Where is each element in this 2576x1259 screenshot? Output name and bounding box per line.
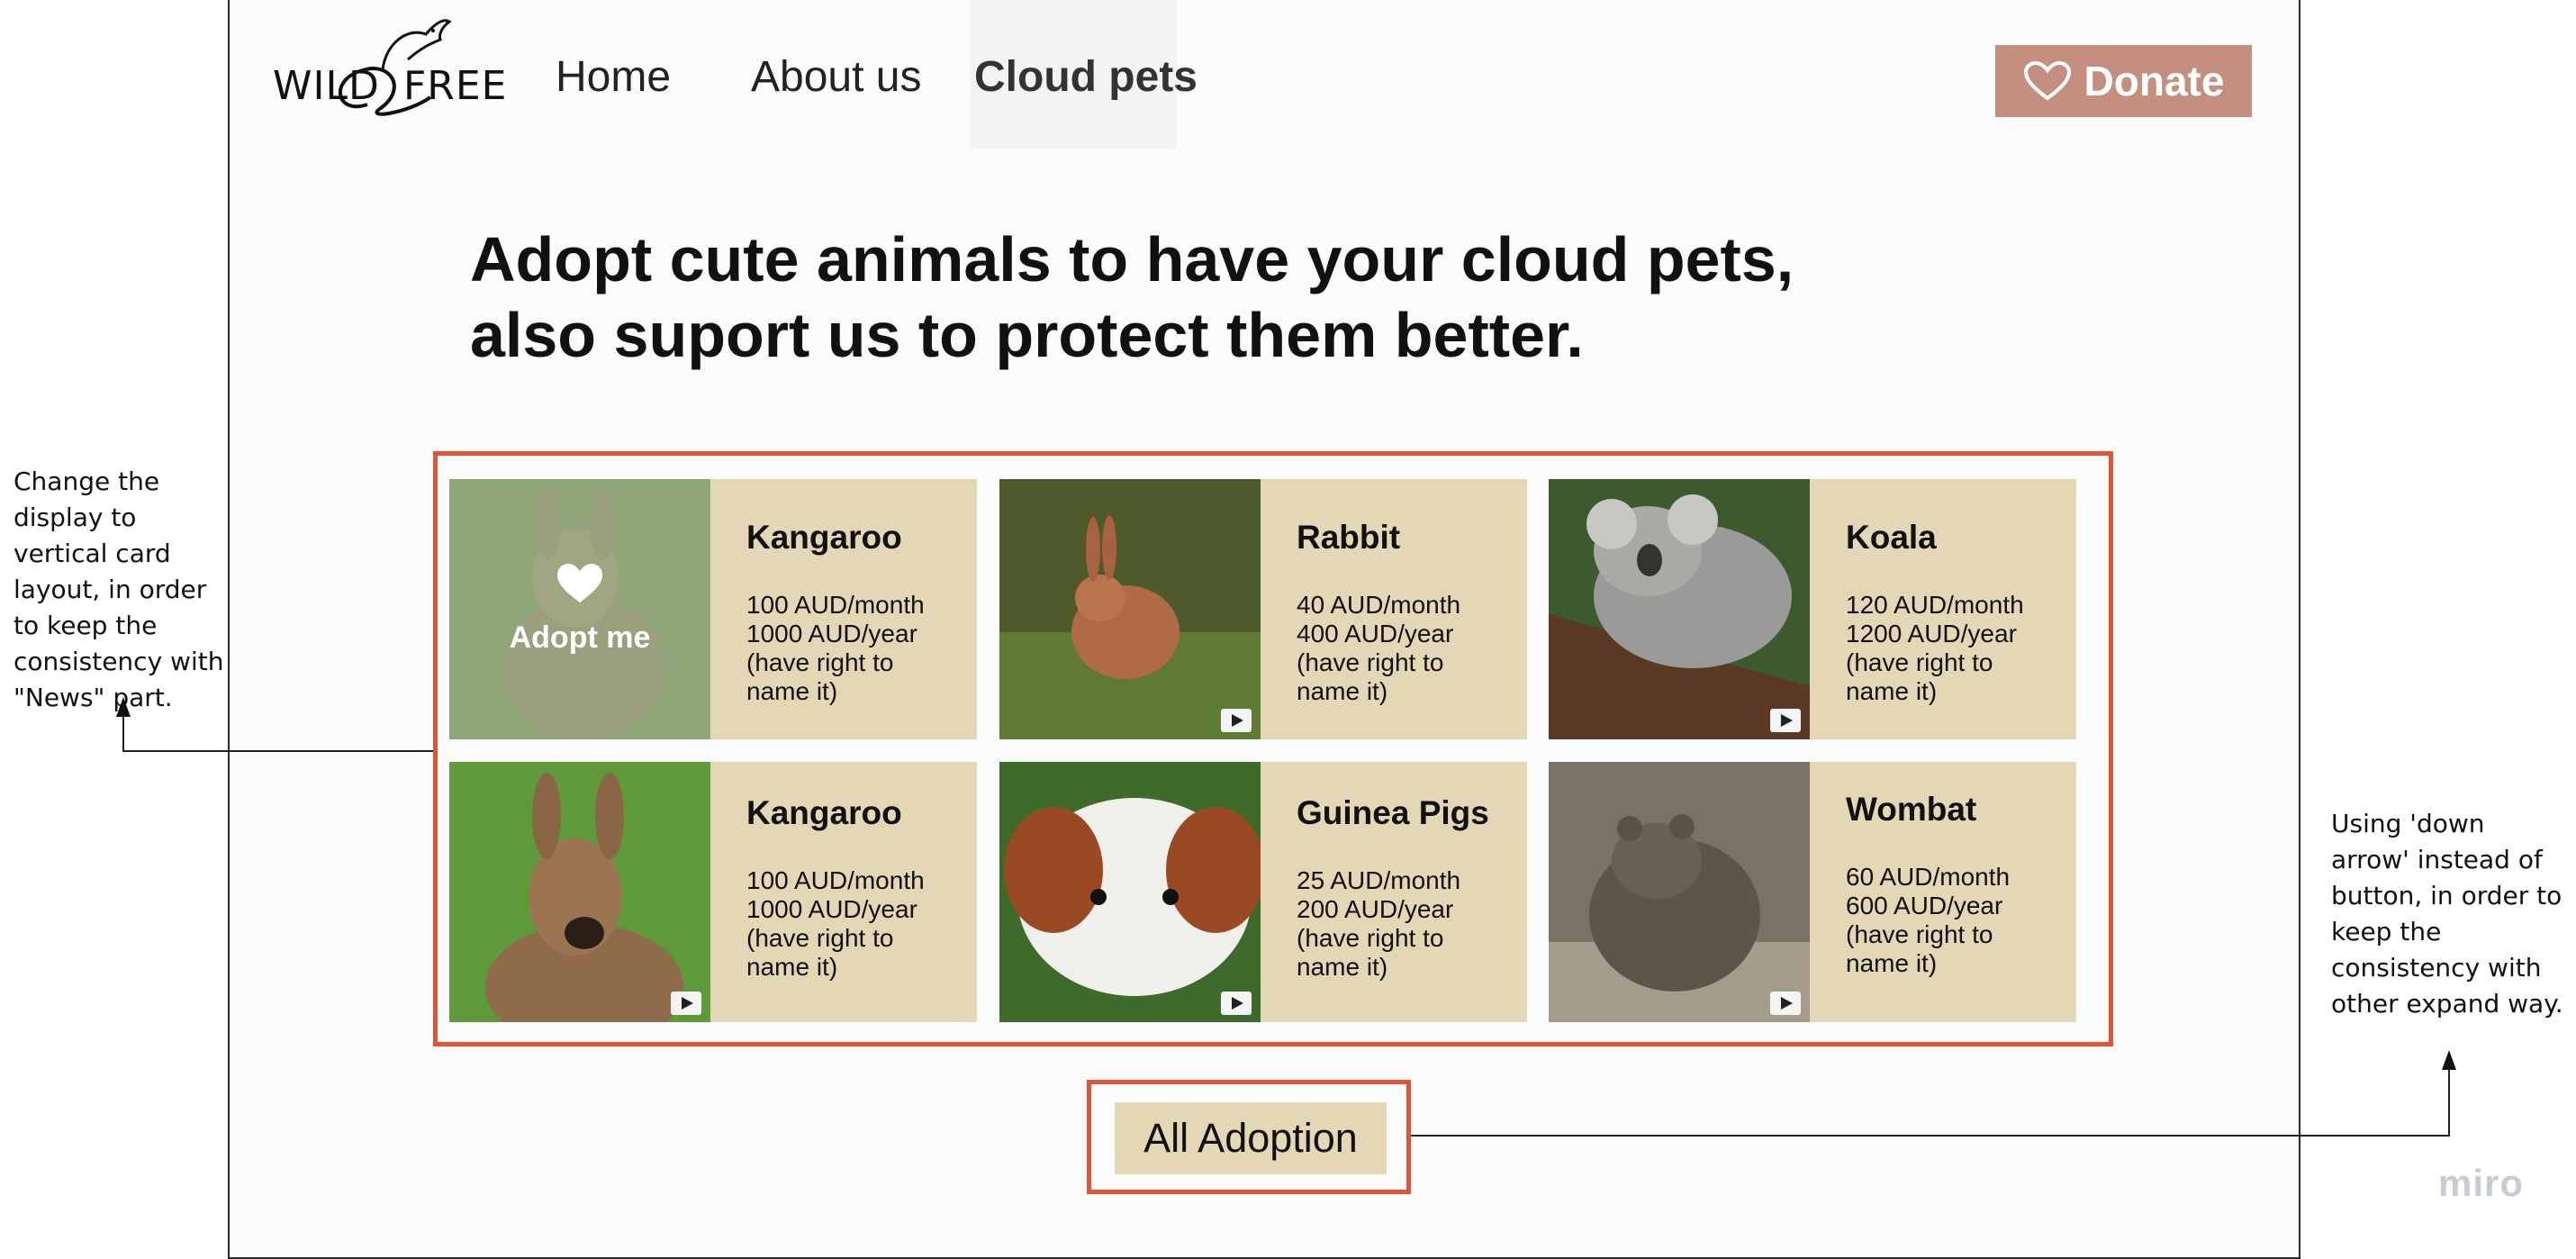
- connector-right-vertical: [2448, 1068, 2450, 1137]
- adoption-card[interactable]: Rabbit 40 AUD/month 400 AUD/year (have rig…: [999, 479, 1527, 739]
- animal-name: Koala: [1846, 519, 1937, 556]
- price-text: 25 AUD/month 200 AUD/year (have right to n…: [1297, 866, 1461, 981]
- connector-left-horizontal: [122, 750, 433, 752]
- animal-name: Rabbit: [1297, 519, 1401, 556]
- price-text: 100 AUD/month 1000 AUD/year (have right to…: [746, 866, 925, 981]
- price-text: 60 AUD/month 600 AUD/year (have right to n…: [1846, 863, 2011, 977]
- price-text: 40 AUD/month 400 AUD/year (have right to n…: [1297, 591, 1461, 705]
- guinea-pig-photo: [999, 762, 1261, 1022]
- all-adoption-button[interactable]: All Adoption: [1115, 1102, 1387, 1174]
- nav-cloud-pets[interactable]: Cloud pets: [974, 52, 1198, 102]
- kangaroo-photo: Adopt me: [449, 479, 710, 739]
- heart-outline-icon: [2023, 60, 2071, 101]
- animal-name: Wombat: [1846, 791, 1977, 828]
- adoption-card[interactable]: Wombat 60 AUD/month 600 AUD/year (have rig…: [1549, 762, 2076, 1022]
- adopt-me-label: Adopt me: [509, 620, 651, 655]
- annotation-left: Change the display to vertical card layo…: [14, 466, 224, 712]
- play-video-icon[interactable]: [1770, 992, 1801, 1015]
- koala-photo: [1549, 479, 1810, 739]
- adopt-me-overlay[interactable]: Adopt me: [449, 479, 710, 739]
- play-video-icon[interactable]: [1221, 709, 1252, 732]
- arrow-up-icon: [2442, 1050, 2456, 1070]
- adoption-card[interactable]: Koala 120 AUD/month 1200 AUD/year (have ri…: [1549, 479, 2076, 739]
- wombat-photo: [1549, 762, 1810, 1022]
- animal-name: Guinea Pigs: [1297, 794, 1489, 831]
- wild2free-logo[interactable]: WILD FREE: [273, 7, 506, 124]
- adoption-card[interactable]: Adopt me Kangaroo 100 AUD/month 1000 AUD/…: [449, 479, 977, 739]
- annotation-right: Using 'down arrow' instead of button, in…: [2331, 809, 2563, 1019]
- arrow-up-icon: [116, 697, 131, 717]
- heart-icon: [557, 564, 602, 602]
- nav-about-us[interactable]: About us: [751, 52, 921, 102]
- price-text: 100 AUD/month 1000 AUD/year (have right to…: [746, 591, 925, 705]
- adoption-card[interactable]: Kangaroo 100 AUD/month 1000 AUD/year (have…: [449, 762, 977, 1022]
- animal-name: Kangaroo: [746, 794, 902, 831]
- play-video-icon[interactable]: [671, 992, 701, 1015]
- donate-label: Donate: [2083, 58, 2225, 104]
- headline-line-2: also suport us to protect them better.: [470, 300, 1584, 370]
- price-text: 120 AUD/month 1200 AUD/year (have right to…: [1846, 591, 2024, 705]
- play-video-icon[interactable]: [1221, 992, 1252, 1015]
- page-headline: Adopt cute animals to have your cloud pe…: [470, 222, 1911, 373]
- kangaroo-photo: [449, 762, 710, 1022]
- miro-watermark: miro: [2438, 1162, 2525, 1204]
- play-video-icon[interactable]: [1770, 709, 1801, 732]
- connector-right-horizontal: [1411, 1135, 2450, 1137]
- connector-left-vertical: [122, 716, 124, 752]
- donate-button[interactable]: Donate: [1995, 45, 2252, 117]
- animal-name: Kangaroo: [746, 519, 902, 556]
- adoption-card[interactable]: Guinea Pigs 25 AUD/month 200 AUD/year (hav…: [999, 762, 1527, 1022]
- nav-home[interactable]: Home: [556, 52, 671, 102]
- rabbit-photo: [999, 479, 1261, 739]
- headline-line-1: Adopt cute animals to have your cloud pe…: [470, 224, 1794, 294]
- kangaroo-logo-icon: [338, 19, 452, 116]
